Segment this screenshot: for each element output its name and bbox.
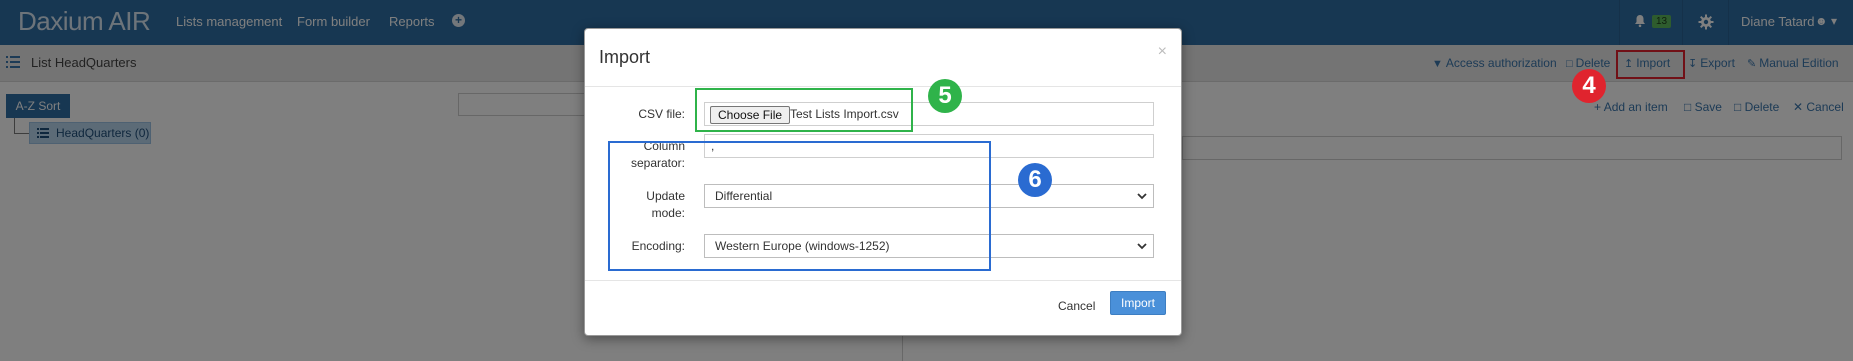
csv-file-label: CSV file:: [638, 107, 685, 121]
dialog-footer-divider: [585, 280, 1181, 281]
close-icon[interactable]: ×: [1158, 43, 1167, 61]
step-4-marker: 4: [1572, 69, 1606, 103]
options-highlight-box: [608, 141, 991, 271]
step-6-marker: 6: [1018, 163, 1052, 197]
chevron-down-icon: [1137, 243, 1147, 250]
dialog-header: Import ×: [585, 29, 1181, 87]
chevron-down-icon: [1137, 193, 1147, 200]
file-highlight-box: [695, 88, 913, 132]
cancel-button[interactable]: Cancel: [1058, 299, 1095, 313]
dialog-title: Import: [599, 47, 651, 67]
step-5-marker: 5: [928, 79, 962, 113]
confirm-import-button[interactable]: Import: [1110, 291, 1166, 315]
